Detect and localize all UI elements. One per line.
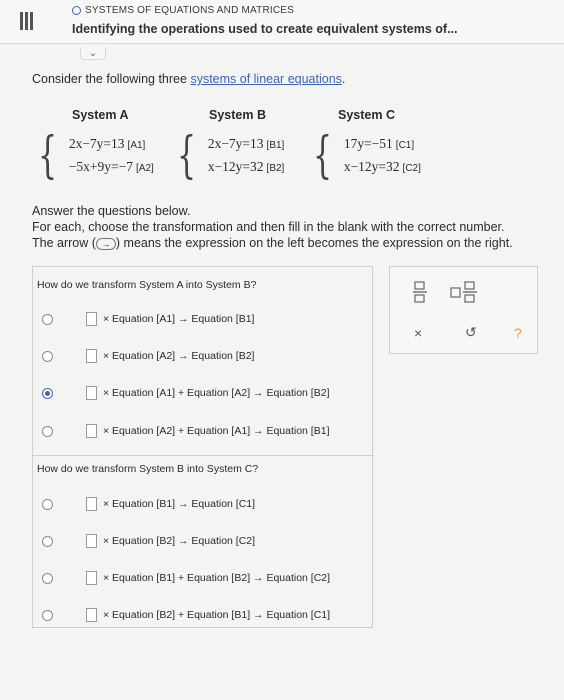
radio-button[interactable] [42,572,53,584]
mixed-number-icon[interactable] [450,281,478,303]
radio-button[interactable] [42,425,53,437]
q1-option-3[interactable]: × Equation [A1] + Equation [A2] → Equati… [33,383,374,403]
equation-c2: x−12y=32 [C2] [343,158,421,174]
system-a-heading: System A [72,108,129,122]
page-title: Identifying the operations used to creat… [72,22,458,36]
radio-button[interactable] [42,498,53,510]
question-2-prompt: How do we transform System B into System… [37,463,259,475]
help-icon[interactable]: ? [514,325,522,341]
radio-button[interactable] [42,313,53,325]
option-text: × Equation [A1] → Equation [B1] [103,313,255,325]
intro-prefix: Consider the following three [32,72,191,86]
answer-panel: How do we transform System A into System… [32,266,374,628]
blank-input[interactable] [86,386,97,400]
blank-input[interactable] [86,608,97,622]
radio-button[interactable] [42,350,53,362]
topic-circle-icon [72,6,81,15]
option-text: × Equation [A2] → Equation [B2] [103,350,255,362]
equation-a2: −5x+9y=−7 [A2] [68,158,154,174]
left-brace: { [177,126,197,184]
tool-panel: × ↺ ? [389,266,538,354]
q1-option-4[interactable]: × Equation [A2] + Equation [A1] → Equati… [33,421,374,441]
option-text: × Equation [B2] → Equation [C2] [103,535,256,547]
blank-input[interactable] [86,534,97,548]
system-b-heading: System B [209,108,266,122]
equation-b2: x−12y=32 [B2] [207,158,285,174]
radio-button-selected[interactable] [42,387,53,399]
option-text: × Equation [A2] + Equation [A1] → Equati… [103,425,330,437]
blank-input[interactable] [86,349,97,363]
intro-text: Consider the following three systems of … [32,72,345,86]
q2-option-3[interactable]: × Equation [B1] + Equation [B2] → Equati… [33,568,374,588]
system-c: { 17y=−51 [C1] x−12y=32 [C2] [313,128,421,182]
intro-suffix: . [341,72,346,86]
equation-b1: 2x−7y=13 [B1] [207,135,285,151]
left-brace: { [38,126,58,184]
systems-link[interactable]: systems of linear equations [190,72,341,86]
header-bar: SYSTEMS OF EQUATIONS AND MATRICES Identi… [0,0,564,44]
system-b: { 2x−7y=13 [B1] x−12y=32 [B2] [177,128,284,182]
blank-input[interactable] [86,571,97,585]
q2-option-4[interactable]: × Equation [B2] + Equation [B1] → Equati… [33,605,374,625]
answer-instructions: Answer the questions below. For each, ch… [32,203,513,251]
q2-option-1[interactable]: × Equation [B1] → Equation [C1] [33,494,374,514]
q1-option-1[interactable]: × Equation [A1] → Equation [B1] [33,309,374,329]
instruction-line-2: For each, choose the transformation and … [32,220,505,234]
instruction-line-3: The arrow (→) means the expression on th… [32,236,513,250]
topic-label: SYSTEMS OF EQUATIONS AND MATRICES [72,5,294,16]
menu-icon[interactable] [20,12,34,30]
equation-a1: 2x−7y=13 [A1] [68,135,146,151]
option-text: × Equation [B1] + Equation [B2] → Equati… [103,572,331,584]
fraction-icon[interactable] [412,281,428,303]
arrow-icon: → [95,237,116,250]
q1-option-2[interactable]: × Equation [A2] → Equation [B2] [33,346,374,366]
chevron-down-icon[interactable]: ⌄ [80,47,106,60]
radio-button[interactable] [42,535,53,547]
option-text: × Equation [B1] → Equation [C1] [103,498,256,510]
question-1-prompt: How do we transform System A into System… [37,279,257,291]
clear-icon[interactable]: × [414,325,422,341]
option-text: × Equation [B2] + Equation [B1] → Equati… [103,609,331,621]
system-c-heading: System C [338,108,395,122]
system-a: { 2x−7y=13 [A1] −5x+9y=−7 [A2] [38,128,154,182]
equation-c1: 17y=−51 [C1] [343,135,415,151]
instruction-line-1: Answer the questions below. [32,204,191,218]
blank-input[interactable] [86,424,97,438]
radio-button[interactable] [42,609,53,621]
blank-input[interactable] [86,312,97,326]
question-divider [33,455,374,456]
q2-option-2[interactable]: × Equation [B2] → Equation [C2] [33,531,374,551]
blank-input[interactable] [86,497,97,511]
option-text: × Equation [A1] + Equation [A2] → Equati… [103,387,330,399]
topic-text: SYSTEMS OF EQUATIONS AND MATRICES [85,5,295,16]
left-brace: { [313,126,333,184]
undo-icon[interactable]: ↺ [465,324,477,341]
